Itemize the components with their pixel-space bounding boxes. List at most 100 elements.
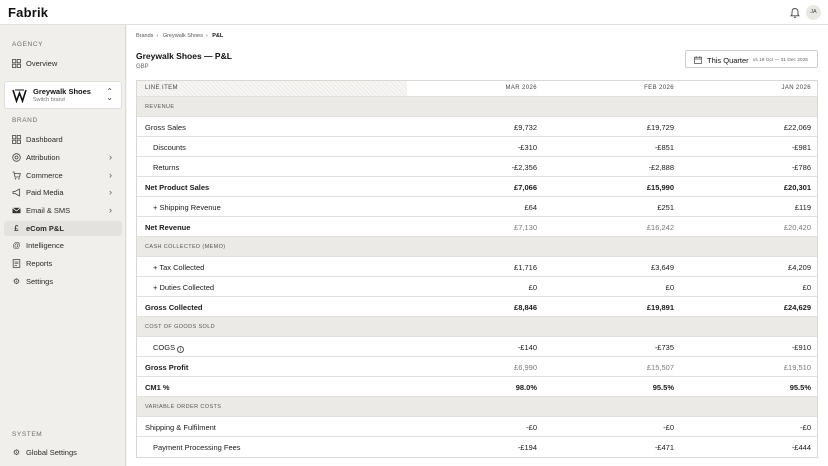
- bell-icon[interactable]: [789, 7, 801, 19]
- info-icon[interactable]: i: [177, 346, 185, 353]
- cell-value: 95.5%: [652, 383, 674, 392]
- cell-value: £19,510: [783, 363, 811, 372]
- table-header-row: LINE ITEM MAR 2026 FEB 2026 JAN 2026: [137, 81, 817, 97]
- row-label-text: Discounts: [153, 143, 186, 152]
- sidebar-item-label: Dashboard: [26, 135, 63, 144]
- cell-value: £6,990: [514, 363, 537, 372]
- column-header-line-item: LINE ITEM: [145, 85, 178, 91]
- sidebar-item-label: eCom P&L: [26, 224, 64, 233]
- top-bar: Fabrik JA: [0, 0, 828, 25]
- chevron-up-down-icon: ⌃ ⌄: [106, 87, 113, 102]
- mail-icon: [12, 207, 21, 214]
- brand-name: Greywalk Shoes: [33, 87, 91, 96]
- column-header-mar-2026[interactable]: MAR 2026: [417, 85, 537, 91]
- brand-switch-hint: Switch brand: [33, 97, 65, 103]
- sidebar-item-dashboard[interactable]: Dashboard: [4, 132, 122, 147]
- cell-value: -£194: [517, 443, 537, 452]
- brand-switcher[interactable]: Greywalk Shoes Switch brand ⌃ ⌄: [4, 81, 122, 109]
- sidebar-item-label: Reports: [26, 259, 53, 268]
- cell-value: 98.0%: [515, 383, 537, 392]
- row-label: Net Revenue: [145, 223, 190, 232]
- row-label: Shipping & Fulfilment: [145, 423, 216, 432]
- cell-value: £1,716: [514, 263, 537, 272]
- cell-value: £19,891: [646, 303, 674, 312]
- chevron-right-icon: ›: [109, 170, 112, 180]
- table-row: + Duties Collected £0 £0 £0: [137, 277, 817, 297]
- period-label: This Quarter: [707, 56, 749, 65]
- table-section-header: VARIABLE ORDER COSTS: [137, 397, 817, 417]
- cell-value: -£2,356: [511, 163, 537, 172]
- breadcrumb-brand[interactable]: Greywalk Shoes: [163, 33, 203, 39]
- sidebar-item-label: Paid Media: [26, 188, 64, 197]
- table-row: CM1 % 98.0% 95.5% 95.5%: [137, 377, 817, 397]
- main-content: Brands › Greywalk Shoes › P&L Greywalk Sho…: [127, 25, 828, 466]
- row-label-text: CM1 %: [145, 383, 170, 392]
- sidebar-item-label: Settings: [26, 277, 54, 286]
- table-row: + Shipping Revenue £64 £251 £119: [137, 197, 817, 217]
- cell-value: £9,732: [514, 123, 537, 132]
- cell-value: £4,209: [788, 263, 811, 272]
- column-header-jan-2026[interactable]: JAN 2026: [691, 85, 811, 91]
- cell-value: 95.5%: [789, 383, 811, 392]
- sidebar-item-settings[interactable]: ⚙ Settings: [4, 274, 122, 289]
- row-label-text: Gross Profit: [145, 363, 189, 372]
- dashboard-icon: [12, 135, 21, 144]
- sidebar-item-global-settings[interactable]: ⚙ Global Settings: [4, 445, 122, 460]
- row-label: Payment Processing Fees: [153, 443, 241, 452]
- sidebar-item-paid-media[interactable]: Paid Media ›: [4, 185, 122, 200]
- sidebar-item-email-sms[interactable]: Email & SMS ›: [4, 203, 122, 218]
- cell-value: £24,629: [783, 303, 811, 312]
- avatar[interactable]: JA: [806, 5, 821, 20]
- chevron-right-icon: ›: [109, 205, 112, 215]
- cell-value: -£140: [517, 343, 537, 352]
- cell-value: £8,846: [514, 303, 537, 312]
- megaphone-icon: [12, 188, 20, 197]
- cell-value: £0: [802, 283, 811, 292]
- cell-value: £16,242: [646, 223, 674, 232]
- cell-value: £0: [665, 283, 674, 292]
- period-selector-button[interactable]: This Quarter vs 18 Oct — 31 Dec 2025: [685, 50, 818, 68]
- row-label-text: Gross Sales: [145, 123, 186, 132]
- at-icon: @: [12, 241, 21, 250]
- table-row: Gross Profit £6,990 £15,507 £19,510: [137, 357, 817, 377]
- section-label: COST OF GOODS SOLD: [145, 324, 216, 330]
- table-row: Returns -£2,356 -£2,888 -£786: [137, 157, 817, 177]
- cell-value: £7,130: [514, 223, 537, 232]
- row-label: + Shipping Revenue: [153, 203, 221, 212]
- column-header-feb-2026[interactable]: FEB 2026: [554, 85, 674, 91]
- cell-value: -£851: [654, 143, 674, 152]
- sidebar-item-label: Attribution: [26, 153, 60, 162]
- sidebar-item-reports[interactable]: Reports: [4, 256, 122, 271]
- chevron-right-icon: ›: [156, 33, 159, 39]
- sidebar-item-label: Email & SMS: [26, 206, 71, 215]
- calendar-icon: [694, 56, 702, 64]
- row-label: COGS i: [153, 343, 185, 353]
- cell-value: -£910: [791, 343, 811, 352]
- sidebar-item-attribution[interactable]: Attribution ›: [4, 150, 122, 165]
- page-title: Greywalk Shoes — P&L: [136, 51, 232, 61]
- table-row: COGS i -£140 -£735 -£910: [137, 337, 817, 357]
- sidebar-item-label: Commerce: [26, 171, 63, 180]
- breadcrumb-current: P&L: [212, 33, 224, 39]
- grid-icon: [12, 59, 21, 68]
- breadcrumb-brands[interactable]: Brands: [136, 33, 153, 39]
- currency-label: GBP: [136, 64, 149, 70]
- table-row: Gross Collected £8,846 £19,891 £24,629: [137, 297, 817, 317]
- cell-value: £19,729: [646, 123, 674, 132]
- row-label-text: COGS: [153, 343, 176, 352]
- cell-value: -£0: [800, 423, 811, 432]
- sidebar-item-ecom-pl[interactable]: £ eCom P&L: [4, 221, 122, 236]
- table-row: Gross Sales £9,732 £19,729 £22,069: [137, 117, 817, 137]
- section-label: REVENUE: [145, 104, 175, 110]
- table-row: Net Product Sales £7,066 £15,990 £20,301: [137, 177, 817, 197]
- sidebar-item-overview[interactable]: Overview: [4, 56, 122, 71]
- app-logo[interactable]: Fabrik: [8, 5, 48, 20]
- row-label: Gross Profit: [145, 363, 188, 372]
- sidebar-item-commerce[interactable]: Commerce ›: [4, 168, 122, 183]
- row-label: + Duties Collected: [153, 283, 214, 292]
- section-label: VARIABLE ORDER COSTS: [145, 404, 222, 410]
- sidebar-item-intelligence[interactable]: @ Intelligence: [4, 238, 122, 253]
- table-row: Net Revenue £7,130 £16,242 £20,420: [137, 217, 817, 237]
- row-label-text: + Shipping Revenue: [153, 203, 221, 212]
- row-label-text: Net Revenue: [145, 223, 191, 232]
